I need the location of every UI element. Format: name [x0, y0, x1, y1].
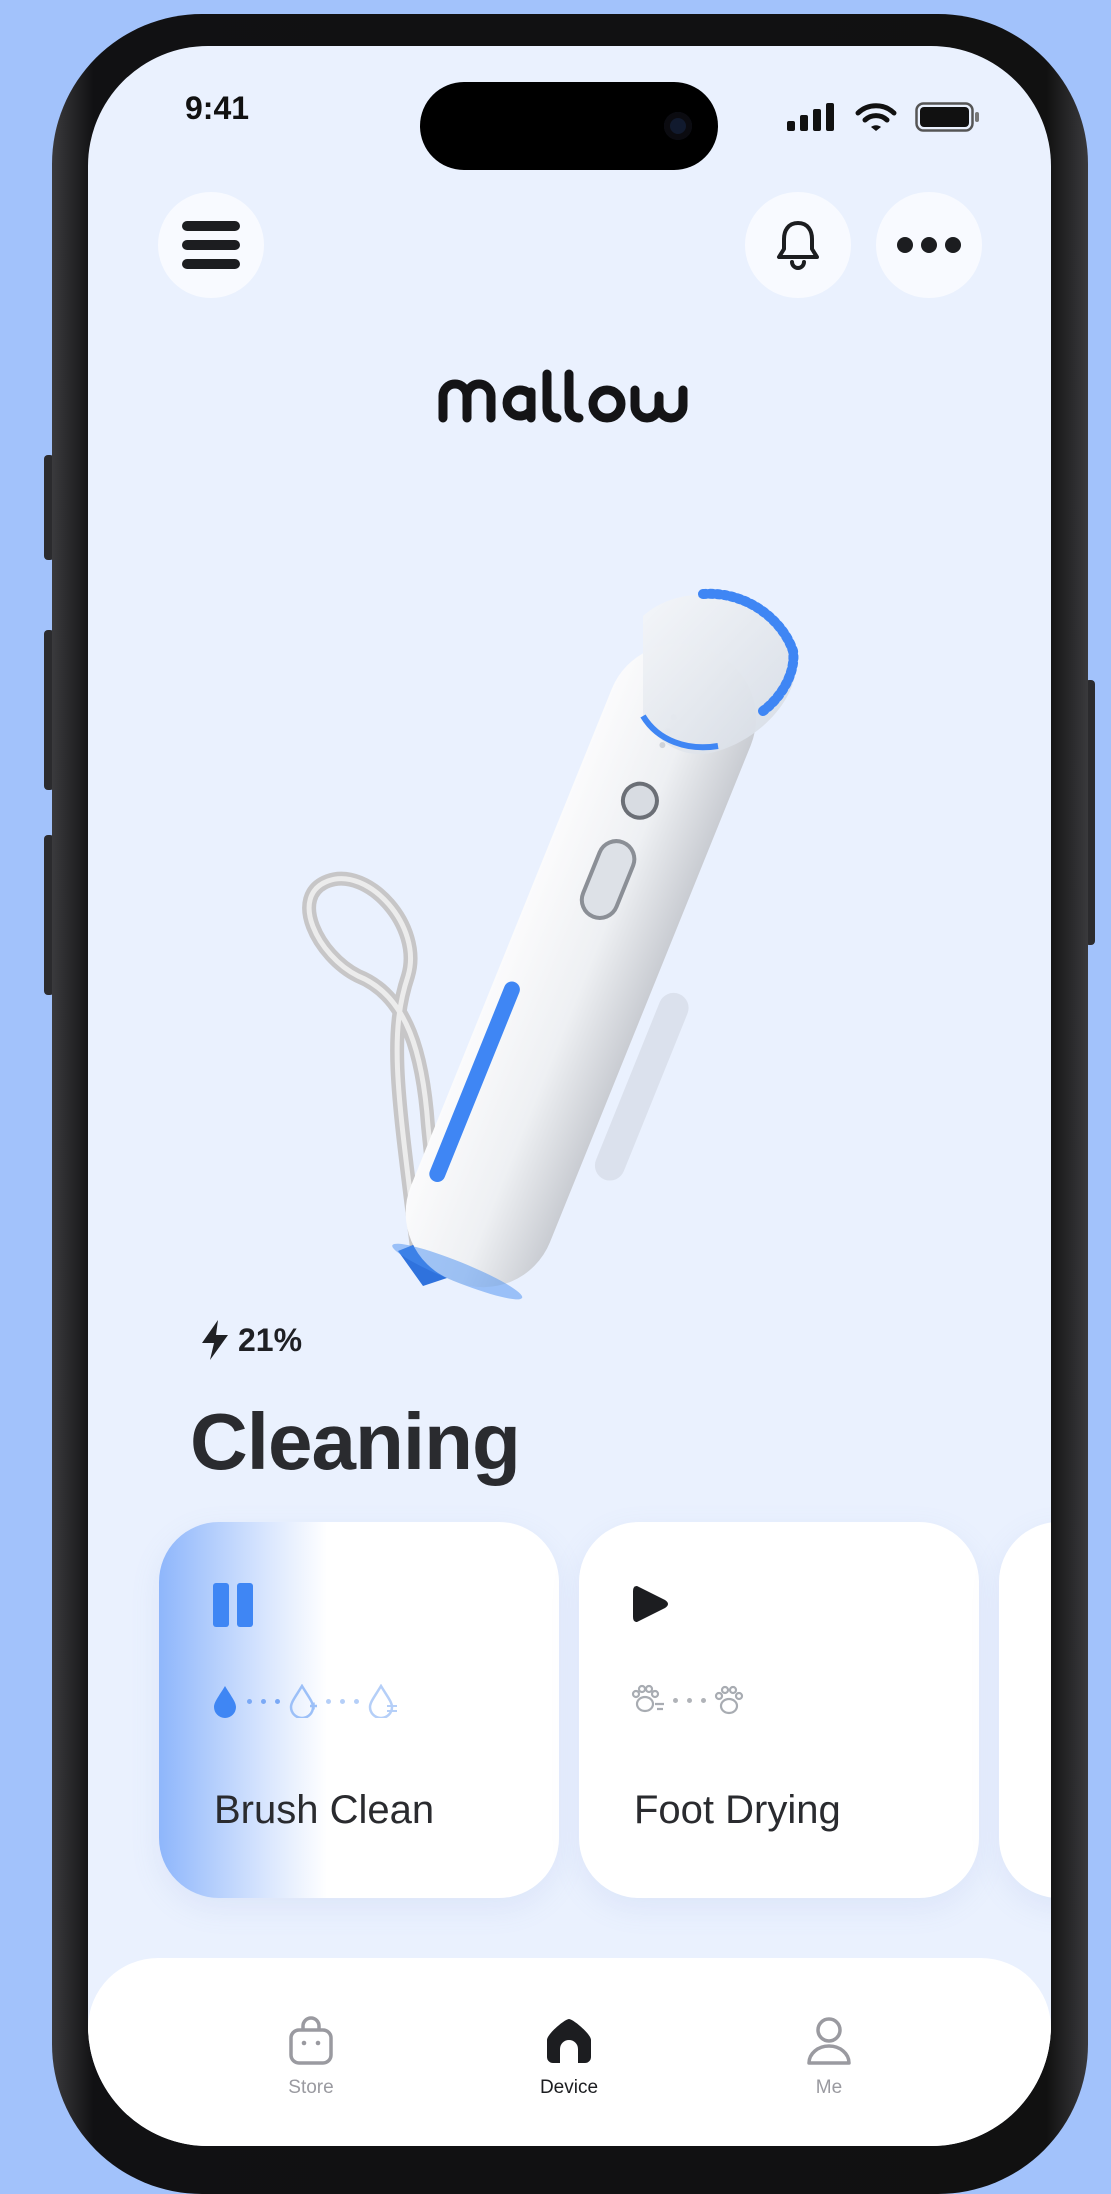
battery-indicator: 21%	[198, 1318, 302, 1362]
bell-icon	[777, 221, 819, 270]
lightning-icon	[202, 1320, 228, 1360]
status-time: 9:41	[185, 90, 250, 126]
tab-me[interactable]: Me	[754, 2016, 904, 2099]
status-icons	[785, 102, 981, 132]
wifi-icon	[855, 103, 897, 131]
notifications-button[interactable]	[745, 192, 851, 298]
tab-label: Device	[539, 2077, 599, 2098]
home-icon	[547, 2019, 591, 2063]
mode-label: Brush Clean	[214, 1788, 435, 1832]
tab-label: Me	[815, 2077, 843, 2098]
person-icon	[807, 2017, 851, 2065]
mode-card-brush-clean[interactable]: Brush Clean	[159, 1522, 559, 1898]
paw-wind-icon	[631, 1684, 664, 1713]
app-screen: 9:41 21% Cleaning Brush Clean Foot Dryin…	[88, 46, 1051, 2146]
device-status: Cleaning	[190, 1397, 521, 1486]
battery-level: 21%	[238, 1321, 303, 1358]
more-button[interactable]	[876, 192, 982, 298]
mode-steps	[631, 1684, 744, 1716]
mode-card-foot-drying[interactable]: Foot Drying	[579, 1522, 979, 1898]
mode-steps	[211, 1684, 399, 1718]
ellipsis-icon	[897, 237, 961, 253]
tab-store[interactable]: Store	[236, 2016, 386, 2099]
dynamic-island	[420, 82, 718, 170]
device-image	[302, 588, 799, 1300]
tab-bar: Store Device Me	[88, 1958, 1051, 2146]
brand-logo	[88, 366, 1051, 431]
play-icon	[633, 1586, 668, 1622]
bag-icon	[289, 2016, 333, 2065]
tab-device[interactable]: Device	[494, 2016, 644, 2099]
droplet-wave-icon	[368, 1684, 397, 1718]
play-button[interactable]	[631, 1582, 671, 1631]
mode-label: Foot Drying	[634, 1788, 841, 1832]
pause-icon	[213, 1583, 253, 1627]
battery-status-icon	[915, 102, 979, 132]
droplet-plus-icon	[289, 1684, 317, 1718]
paw-icon	[714, 1685, 744, 1715]
tab-label: Store	[288, 2077, 334, 2098]
mode-card-next[interactable]	[999, 1522, 1051, 1898]
signal-icon	[787, 103, 834, 131]
pause-button[interactable]	[211, 1582, 257, 1633]
hamburger-icon	[182, 221, 240, 269]
menu-button[interactable]	[158, 192, 264, 298]
droplet-icon	[214, 1686, 236, 1718]
